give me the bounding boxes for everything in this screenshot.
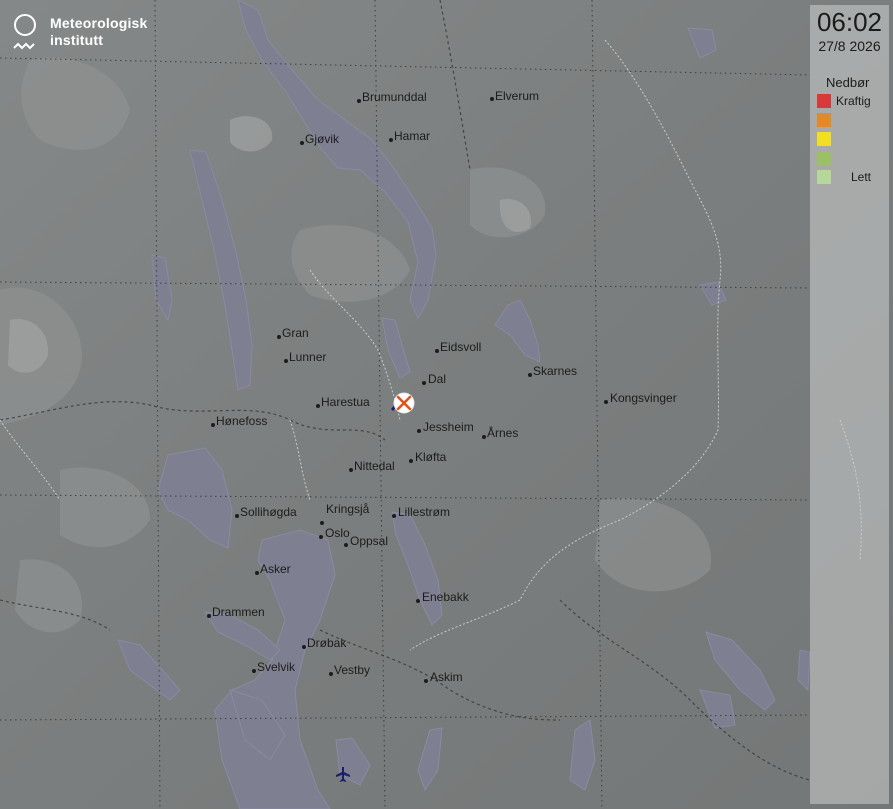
city-label-hamar: Hamar [394, 129, 430, 143]
city-label-drobak: Drøbak [307, 636, 347, 650]
date-display: 27/8 2026 [818, 38, 881, 54]
city-label-dal: Dal [428, 372, 446, 386]
city-label-oppsal: Oppsal [350, 534, 388, 548]
legend-swatch-lightest [817, 170, 831, 184]
city-label-gjovik: Gjøvik [305, 132, 340, 146]
city-label-drammen: Drammen [212, 605, 265, 619]
logo-wave-icon [13, 42, 35, 50]
city-label-kringsja: Kringsjå [326, 502, 370, 516]
logo-text-line1: Meteorologisk [50, 15, 148, 31]
legend-swatch-heavy [817, 94, 831, 108]
legend-swatch-strong [817, 113, 831, 127]
city-label-elverum: Elverum [495, 89, 539, 103]
legend-swatch-moderate [817, 132, 831, 146]
city-label-askim: Askim [430, 670, 463, 684]
time-display: 06:02 [816, 7, 883, 37]
legend-label-light: Lett [851, 170, 872, 184]
city-label-vestby: Vestby [334, 663, 370, 677]
city-label-klofta: Kløfta [415, 450, 447, 464]
city-label-kongsvinger: Kongsvinger [610, 391, 677, 405]
close-circle-icon[interactable] [393, 392, 415, 414]
city-label-harestua: Harestua [321, 395, 370, 409]
city-label-nittedal: Nittedal [354, 459, 395, 473]
city-label-eidsvoll: Eidsvoll [440, 340, 481, 354]
city-label-enebakk: Enebakk [422, 590, 470, 604]
met-logo[interactable]: Meteorologisk institutt [12, 12, 162, 56]
legend-label-heavy: Kraftig [836, 94, 871, 108]
logo-circle-icon [14, 14, 36, 36]
city-label-brumunddal: Brumunddal [362, 90, 427, 104]
city-label-arnes: Årnes [487, 425, 518, 440]
city-label-lillestrom: Lillestrøm [398, 505, 450, 519]
city-label-sollihogda: Sollihøgda [240, 505, 297, 519]
city-label-jessheim: Jessheim [423, 420, 474, 434]
logo-text-line2: institutt [50, 32, 104, 48]
city-label-oslo: Oslo [325, 526, 350, 540]
city-label-honefoss: Hønefoss [216, 414, 267, 428]
city-label-skarnes: Skarnes [533, 364, 577, 378]
city-label-lunner: Lunner [289, 350, 326, 364]
legend-swatch-light [817, 151, 831, 165]
city-label-gran: Gran [282, 326, 309, 340]
info-panel: 06:02 27/8 2026 Nedbør Kraftig Lett [810, 5, 889, 804]
city-label-svelvik: Svelvik [257, 660, 296, 674]
city-label-asker: Asker [260, 562, 291, 576]
map-canvas[interactable]: Brumunddal Elverum Gjøvik Hamar Gran Lun… [0, 0, 893, 809]
legend-title: Nedbør [826, 75, 870, 90]
